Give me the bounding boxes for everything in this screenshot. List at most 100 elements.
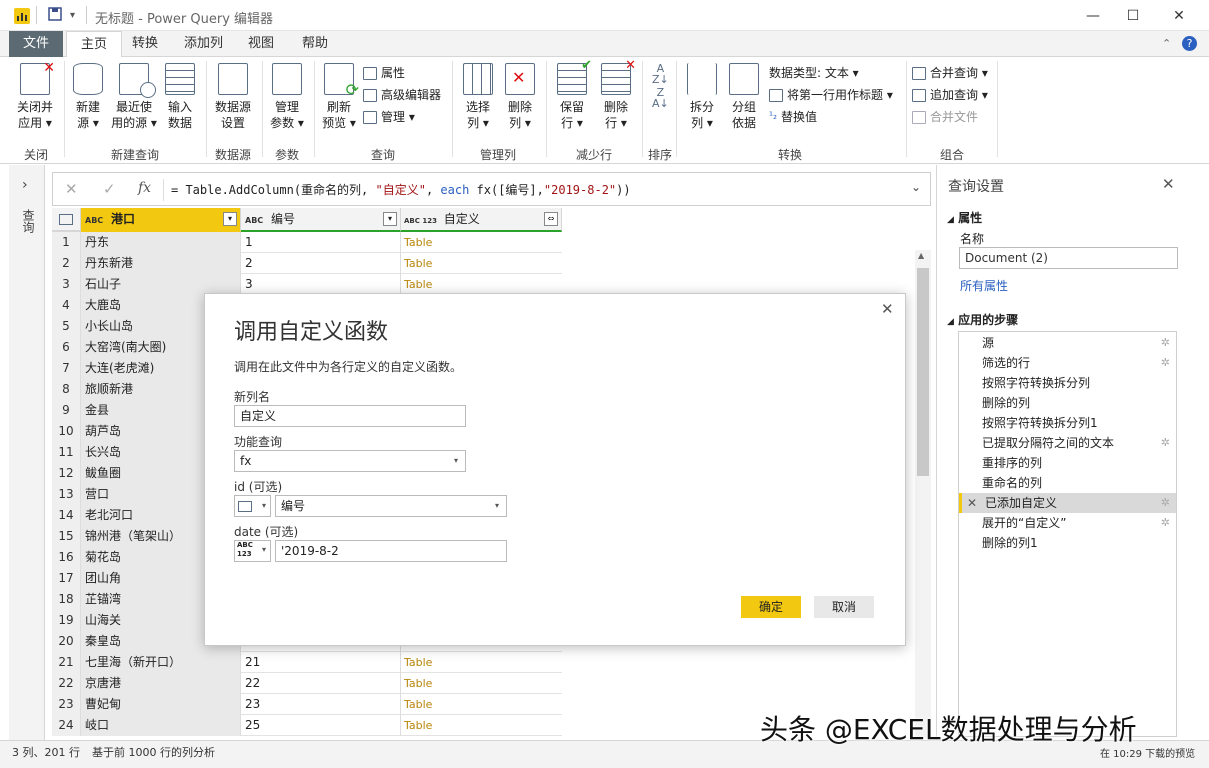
cell-custom[interactable]: Table (401, 253, 561, 274)
all-properties-link[interactable]: 所有属性 (960, 277, 1008, 294)
ok-button[interactable]: 确定 (741, 596, 801, 618)
cell-custom[interactable]: Table (401, 274, 561, 295)
expand-formula-icon[interactable]: ⌄ (911, 180, 921, 194)
remove-rows-button[interactable]: ✕ 删除行 ▾ (596, 58, 636, 131)
query-name-input[interactable]: Document (2) (959, 247, 1178, 269)
gear-icon[interactable]: ✲ (1161, 353, 1170, 373)
expand-column-icon[interactable]: ⇔ (544, 212, 558, 226)
cell-id[interactable]: 3 (241, 274, 401, 295)
close-icon[interactable]: ✕ (1162, 175, 1175, 193)
column-header-id[interactable]: ABC 编号 ▾ (241, 208, 401, 232)
scrollbar-thumb[interactable] (917, 268, 929, 476)
use-first-row-headers-button[interactable]: 将第一行用作标题 ▾ (769, 87, 893, 103)
close-apply-button[interactable]: ✕ 关闭并 应用 ▾ (10, 60, 60, 131)
applied-step[interactable]: 按照字符转换拆分列 (959, 373, 1176, 393)
close-icon[interactable]: ✕ (881, 300, 894, 318)
cell-id[interactable]: 2 (241, 253, 401, 274)
table-row[interactable]: 23 曹妃甸 23 Table (52, 694, 562, 715)
scroll-up-icon[interactable]: ▲ (918, 251, 924, 260)
new-column-name-input[interactable]: 自定义 (234, 405, 466, 427)
chevron-right-icon[interactable]: › (22, 177, 28, 193)
text-type-icon[interactable]: ABC (245, 216, 263, 225)
cell-port[interactable]: 七里海（新开口） (81, 652, 241, 673)
function-query-select[interactable]: fx ▾ (234, 450, 466, 472)
cell-port[interactable]: 京唐港 (81, 673, 241, 694)
properties-button[interactable]: 属性 (363, 65, 405, 81)
close-button[interactable]: ✕ (1156, 0, 1202, 31)
recent-sources-button[interactable]: 最近使 用的源 ▾ (110, 63, 158, 131)
formula-input[interactable]: = Table.AddColumn(重命名的列, "自定义", each fx(… (171, 181, 631, 198)
tab-help[interactable]: 帮助 (288, 31, 342, 57)
cell-port[interactable]: 丹东新港 (81, 253, 241, 274)
help-icon[interactable]: ? (1182, 36, 1197, 51)
data-type-dropdown[interactable]: 数据类型: 文本 ▾ (769, 65, 859, 81)
cell-custom[interactable]: Table (401, 694, 561, 715)
data-source-settings-button[interactable]: 数据源 设置 (210, 63, 256, 131)
text-type-icon[interactable]: ABC (85, 216, 103, 225)
collapse-triangle-icon[interactable]: ◢ (947, 317, 954, 327)
cell-id[interactable]: 1 (241, 232, 401, 253)
cancel-icon[interactable]: ✕ (65, 180, 78, 198)
cell-custom[interactable]: Table (401, 673, 561, 694)
date-param-input[interactable]: '2019-8-2 (275, 540, 507, 562)
table-row[interactable]: 2 丹东新港 2 Table (52, 253, 562, 274)
cell-custom[interactable]: Table (401, 715, 561, 736)
table-row[interactable]: 24 岐口 25 Table (52, 715, 562, 736)
tab-view[interactable]: 视图 (234, 31, 288, 57)
choose-columns-button[interactable]: 选择列 ▾ (458, 63, 498, 131)
collapse-triangle-icon[interactable]: ◢ (947, 215, 954, 225)
table-row[interactable]: 3 石山子 3 Table (52, 274, 562, 295)
applied-step[interactable]: 重排序的列 (959, 453, 1176, 473)
table-menu-icon[interactable] (52, 208, 81, 232)
collapse-ribbon-icon[interactable]: ⌃ (1162, 37, 1171, 50)
tab-add-column[interactable]: 添加列 (170, 31, 237, 57)
group-by-button[interactable]: 分组 依据 (724, 63, 764, 131)
new-source-button[interactable]: 新建源 ▾ (68, 63, 108, 131)
date-param-type-select[interactable]: ABC 123 ▾ (234, 540, 271, 562)
sort-descending-icon[interactable]: Z A↓ (652, 87, 669, 109)
column-header-port[interactable]: ABC 港口 ▾ (81, 208, 241, 232)
cell-port[interactable]: 石山子 (81, 274, 241, 295)
applied-step[interactable]: 已提取分隔符之间的文本 ✲ (959, 433, 1176, 453)
cell-port[interactable]: 岐口 (81, 715, 241, 736)
applied-step[interactable]: 删除的列 (959, 393, 1176, 413)
queries-pane-collapsed[interactable]: › 查询 (9, 165, 45, 740)
id-param-type-select[interactable]: ▾ (234, 495, 271, 517)
quick-access-dropdown-icon[interactable]: ▾ (70, 10, 75, 21)
maximize-button[interactable]: ☐ (1110, 0, 1156, 31)
remove-columns-button[interactable]: ✕ 删除列 ▾ (500, 63, 540, 131)
replace-values-button[interactable]: ¹₂ 替换值 (769, 109, 817, 125)
sort-ascending-icon[interactable]: A Z↓ (652, 63, 669, 85)
cell-id[interactable]: 21 (241, 652, 401, 673)
applied-step[interactable]: 按照字符转换拆分列1 (959, 413, 1176, 433)
table-row[interactable]: 1 丹东 1 Table (52, 232, 562, 253)
cell-custom[interactable]: Table (401, 232, 561, 253)
refresh-preview-button[interactable]: ⟳ 刷新 预览 ▾ (318, 63, 360, 131)
column-header-custom[interactable]: ABC 123 自定义 ⇔ (401, 208, 562, 232)
gear-icon[interactable]: ✲ (1161, 433, 1170, 453)
tab-file[interactable]: 文件 (9, 31, 64, 57)
id-param-select[interactable]: 编号 ▾ (275, 495, 507, 517)
cell-port[interactable]: 丹东 (81, 232, 241, 253)
cell-id[interactable]: 22 (241, 673, 401, 694)
tab-transform[interactable]: 转换 (118, 31, 172, 57)
manage-parameters-button[interactable]: 管理 参数 ▾ (266, 63, 308, 131)
filter-dropdown-icon[interactable]: ▾ (383, 212, 397, 226)
filter-dropdown-icon[interactable]: ▾ (223, 212, 237, 226)
save-icon[interactable] (48, 7, 62, 25)
keep-rows-button[interactable]: ✔ 保留行 ▾ (552, 58, 592, 131)
cell-custom[interactable]: Table (401, 652, 561, 673)
tab-home[interactable]: 主页 (66, 31, 123, 58)
gear-icon[interactable]: ✲ (1161, 513, 1170, 533)
manage-button[interactable]: 管理 ▾ (363, 109, 415, 125)
cancel-button[interactable]: 取消 (814, 596, 874, 618)
applied-step[interactable]: 源 ✲ (959, 333, 1176, 353)
applied-step[interactable]: 筛选的行 ✲ (959, 353, 1176, 373)
applied-step[interactable]: 删除的列1 (959, 533, 1176, 553)
delete-step-icon[interactable]: ✕ (967, 493, 977, 513)
table-row[interactable]: 22 京唐港 22 Table (52, 673, 562, 694)
any-type-icon[interactable]: ABC 123 (404, 217, 437, 225)
advanced-editor-button[interactable]: 高级编辑器 (363, 87, 441, 103)
applied-step[interactable]: ✕ 已添加自定义 ✲ (959, 493, 1176, 513)
merge-queries-button[interactable]: 合并查询 ▾ (912, 65, 988, 81)
